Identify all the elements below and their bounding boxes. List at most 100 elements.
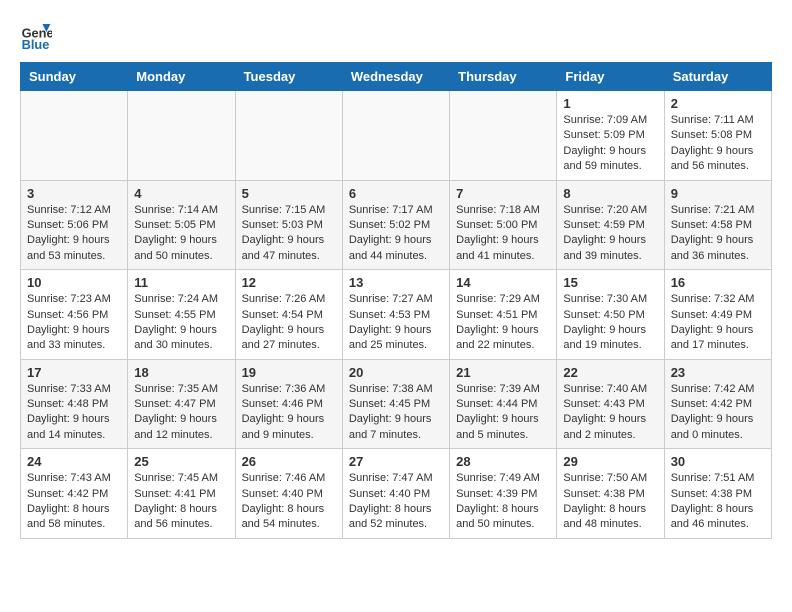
day-number: 24 xyxy=(27,454,121,469)
day-info: Sunset: 4:50 PM xyxy=(563,308,657,323)
day-info: Sunset: 4:45 PM xyxy=(349,397,443,412)
day-number: 21 xyxy=(456,365,550,380)
day-info: Daylight: 9 hours and 36 minutes. xyxy=(671,233,765,264)
svg-text:Blue: Blue xyxy=(22,37,50,52)
day-info: Daylight: 9 hours and 33 minutes. xyxy=(27,323,121,354)
day-info: Sunset: 4:49 PM xyxy=(671,308,765,323)
day-info: Daylight: 9 hours and 39 minutes. xyxy=(563,233,657,264)
day-info: Daylight: 8 hours and 46 minutes. xyxy=(671,502,765,533)
day-info: Sunrise: 7:39 AM xyxy=(456,382,550,397)
calendar-cell: 30Sunrise: 7:51 AMSunset: 4:38 PMDayligh… xyxy=(664,449,771,539)
day-info: Sunset: 4:55 PM xyxy=(134,308,228,323)
day-info: Sunrise: 7:11 AM xyxy=(671,113,765,128)
day-info: Sunset: 4:43 PM xyxy=(563,397,657,412)
day-info: Sunrise: 7:15 AM xyxy=(242,203,336,218)
col-header-thursday: Thursday xyxy=(450,63,557,91)
day-info: Sunset: 4:40 PM xyxy=(242,487,336,502)
day-info: Sunrise: 7:46 AM xyxy=(242,471,336,486)
day-info: Sunrise: 7:42 AM xyxy=(671,382,765,397)
day-info: Sunrise: 7:26 AM xyxy=(242,292,336,307)
day-info: Daylight: 8 hours and 54 minutes. xyxy=(242,502,336,533)
day-info: Daylight: 9 hours and 7 minutes. xyxy=(349,412,443,443)
day-info: Sunset: 4:51 PM xyxy=(456,308,550,323)
calendar-cell: 27Sunrise: 7:47 AMSunset: 4:40 PMDayligh… xyxy=(342,449,449,539)
col-header-friday: Friday xyxy=(557,63,664,91)
day-info: Daylight: 9 hours and 56 minutes. xyxy=(671,144,765,175)
day-number: 7 xyxy=(456,186,550,201)
calendar-cell: 19Sunrise: 7:36 AMSunset: 4:46 PMDayligh… xyxy=(235,359,342,449)
day-number: 19 xyxy=(242,365,336,380)
day-info: Daylight: 9 hours and 17 minutes. xyxy=(671,323,765,354)
day-info: Daylight: 9 hours and 14 minutes. xyxy=(27,412,121,443)
day-info: Sunrise: 7:21 AM xyxy=(671,203,765,218)
calendar-cell: 5Sunrise: 7:15 AMSunset: 5:03 PMDaylight… xyxy=(235,180,342,270)
calendar-cell: 28 Sunrise: 7:49 AMSunset: 4:39 PMDayligh… xyxy=(450,449,557,539)
day-info: Daylight: 8 hours and 56 minutes. xyxy=(134,502,228,533)
day-info: Sunset: 4:41 PM xyxy=(134,487,228,502)
logo: General Blue xyxy=(20,20,56,52)
col-header-monday: Monday xyxy=(128,63,235,91)
calendar-cell: 1Sunrise: 7:09 AMSunset: 5:09 PMDaylight… xyxy=(557,91,664,181)
day-number: 12 xyxy=(242,275,336,290)
day-info: Sunset: 4:42 PM xyxy=(27,487,121,502)
day-info: Daylight: 9 hours and 12 minutes. xyxy=(134,412,228,443)
calendar-cell: 8Sunrise: 7:20 AMSunset: 4:59 PMDaylight… xyxy=(557,180,664,270)
calendar-cell xyxy=(342,91,449,181)
day-number: 18 xyxy=(134,365,228,380)
day-number: 10 xyxy=(27,275,121,290)
day-info: Daylight: 9 hours and 30 minutes. xyxy=(134,323,228,354)
calendar-cell: 26Sunrise: 7:46 AMSunset: 4:40 PMDayligh… xyxy=(235,449,342,539)
calendar-cell xyxy=(235,91,342,181)
day-info: Sunset: 4:39 PM xyxy=(456,487,550,502)
day-info: Sunset: 4:59 PM xyxy=(563,218,657,233)
calendar-cell: 20Sunrise: 7:38 AMSunset: 4:45 PMDayligh… xyxy=(342,359,449,449)
day-info: Daylight: 8 hours and 50 minutes. xyxy=(456,502,550,533)
day-info: Sunset: 5:02 PM xyxy=(349,218,443,233)
day-info: Sunset: 5:03 PM xyxy=(242,218,336,233)
calendar-cell: 22Sunrise: 7:40 AMSunset: 4:43 PMDayligh… xyxy=(557,359,664,449)
day-info: Daylight: 9 hours and 47 minutes. xyxy=(242,233,336,264)
day-number: 6 xyxy=(349,186,443,201)
day-info: Daylight: 8 hours and 52 minutes. xyxy=(349,502,443,533)
day-info: Sunset: 4:38 PM xyxy=(563,487,657,502)
day-info: Sunset: 4:40 PM xyxy=(349,487,443,502)
day-number: 14 xyxy=(456,275,550,290)
logo-icon: General Blue xyxy=(20,20,52,52)
day-info: Sunrise: 7:14 AM xyxy=(134,203,228,218)
col-header-wednesday: Wednesday xyxy=(342,63,449,91)
calendar-cell xyxy=(450,91,557,181)
calendar-cell: 10Sunrise: 7:23 AMSunset: 4:56 PMDayligh… xyxy=(21,270,128,360)
calendar-cell: 3Sunrise: 7:12 AMSunset: 5:06 PMDaylight… xyxy=(21,180,128,270)
day-number: 28 xyxy=(456,454,550,469)
day-info: Sunrise: 7:09 AM xyxy=(563,113,657,128)
day-info: Sunrise: 7:51 AM xyxy=(671,471,765,486)
day-number: 23 xyxy=(671,365,765,380)
day-info: Sunset: 4:58 PM xyxy=(671,218,765,233)
col-header-tuesday: Tuesday xyxy=(235,63,342,91)
calendar-cell: 11Sunrise: 7:24 AMSunset: 4:55 PMDayligh… xyxy=(128,270,235,360)
calendar-cell xyxy=(128,91,235,181)
day-info: Sunrise: 7:12 AM xyxy=(27,203,121,218)
day-number: 3 xyxy=(27,186,121,201)
calendar-cell: 29Sunrise: 7:50 AMSunset: 4:38 PMDayligh… xyxy=(557,449,664,539)
day-info: Sunrise: 7:49 AM xyxy=(456,471,550,486)
day-info: Sunset: 4:38 PM xyxy=(671,487,765,502)
day-info: Sunset: 4:46 PM xyxy=(242,397,336,412)
calendar-cell: 12Sunrise: 7:26 AMSunset: 4:54 PMDayligh… xyxy=(235,270,342,360)
day-info: Daylight: 9 hours and 5 minutes. xyxy=(456,412,550,443)
day-number: 13 xyxy=(349,275,443,290)
calendar-cell: 2Sunrise: 7:11 AMSunset: 5:08 PMDaylight… xyxy=(664,91,771,181)
calendar-cell: 16Sunrise: 7:32 AMSunset: 4:49 PMDayligh… xyxy=(664,270,771,360)
day-number: 9 xyxy=(671,186,765,201)
day-info: Sunrise: 7:24 AM xyxy=(134,292,228,307)
day-number: 2 xyxy=(671,96,765,111)
header: General Blue xyxy=(20,20,772,52)
day-number: 8 xyxy=(563,186,657,201)
calendar-table: SundayMondayTuesdayWednesdayThursdayFrid… xyxy=(20,62,772,539)
day-info: Daylight: 9 hours and 27 minutes. xyxy=(242,323,336,354)
day-info: Daylight: 9 hours and 0 minutes. xyxy=(671,412,765,443)
day-info: Sunrise: 7:29 AM xyxy=(456,292,550,307)
day-number: 1 xyxy=(563,96,657,111)
day-info: Daylight: 9 hours and 59 minutes. xyxy=(563,144,657,175)
day-info: Sunrise: 7:43 AM xyxy=(27,471,121,486)
